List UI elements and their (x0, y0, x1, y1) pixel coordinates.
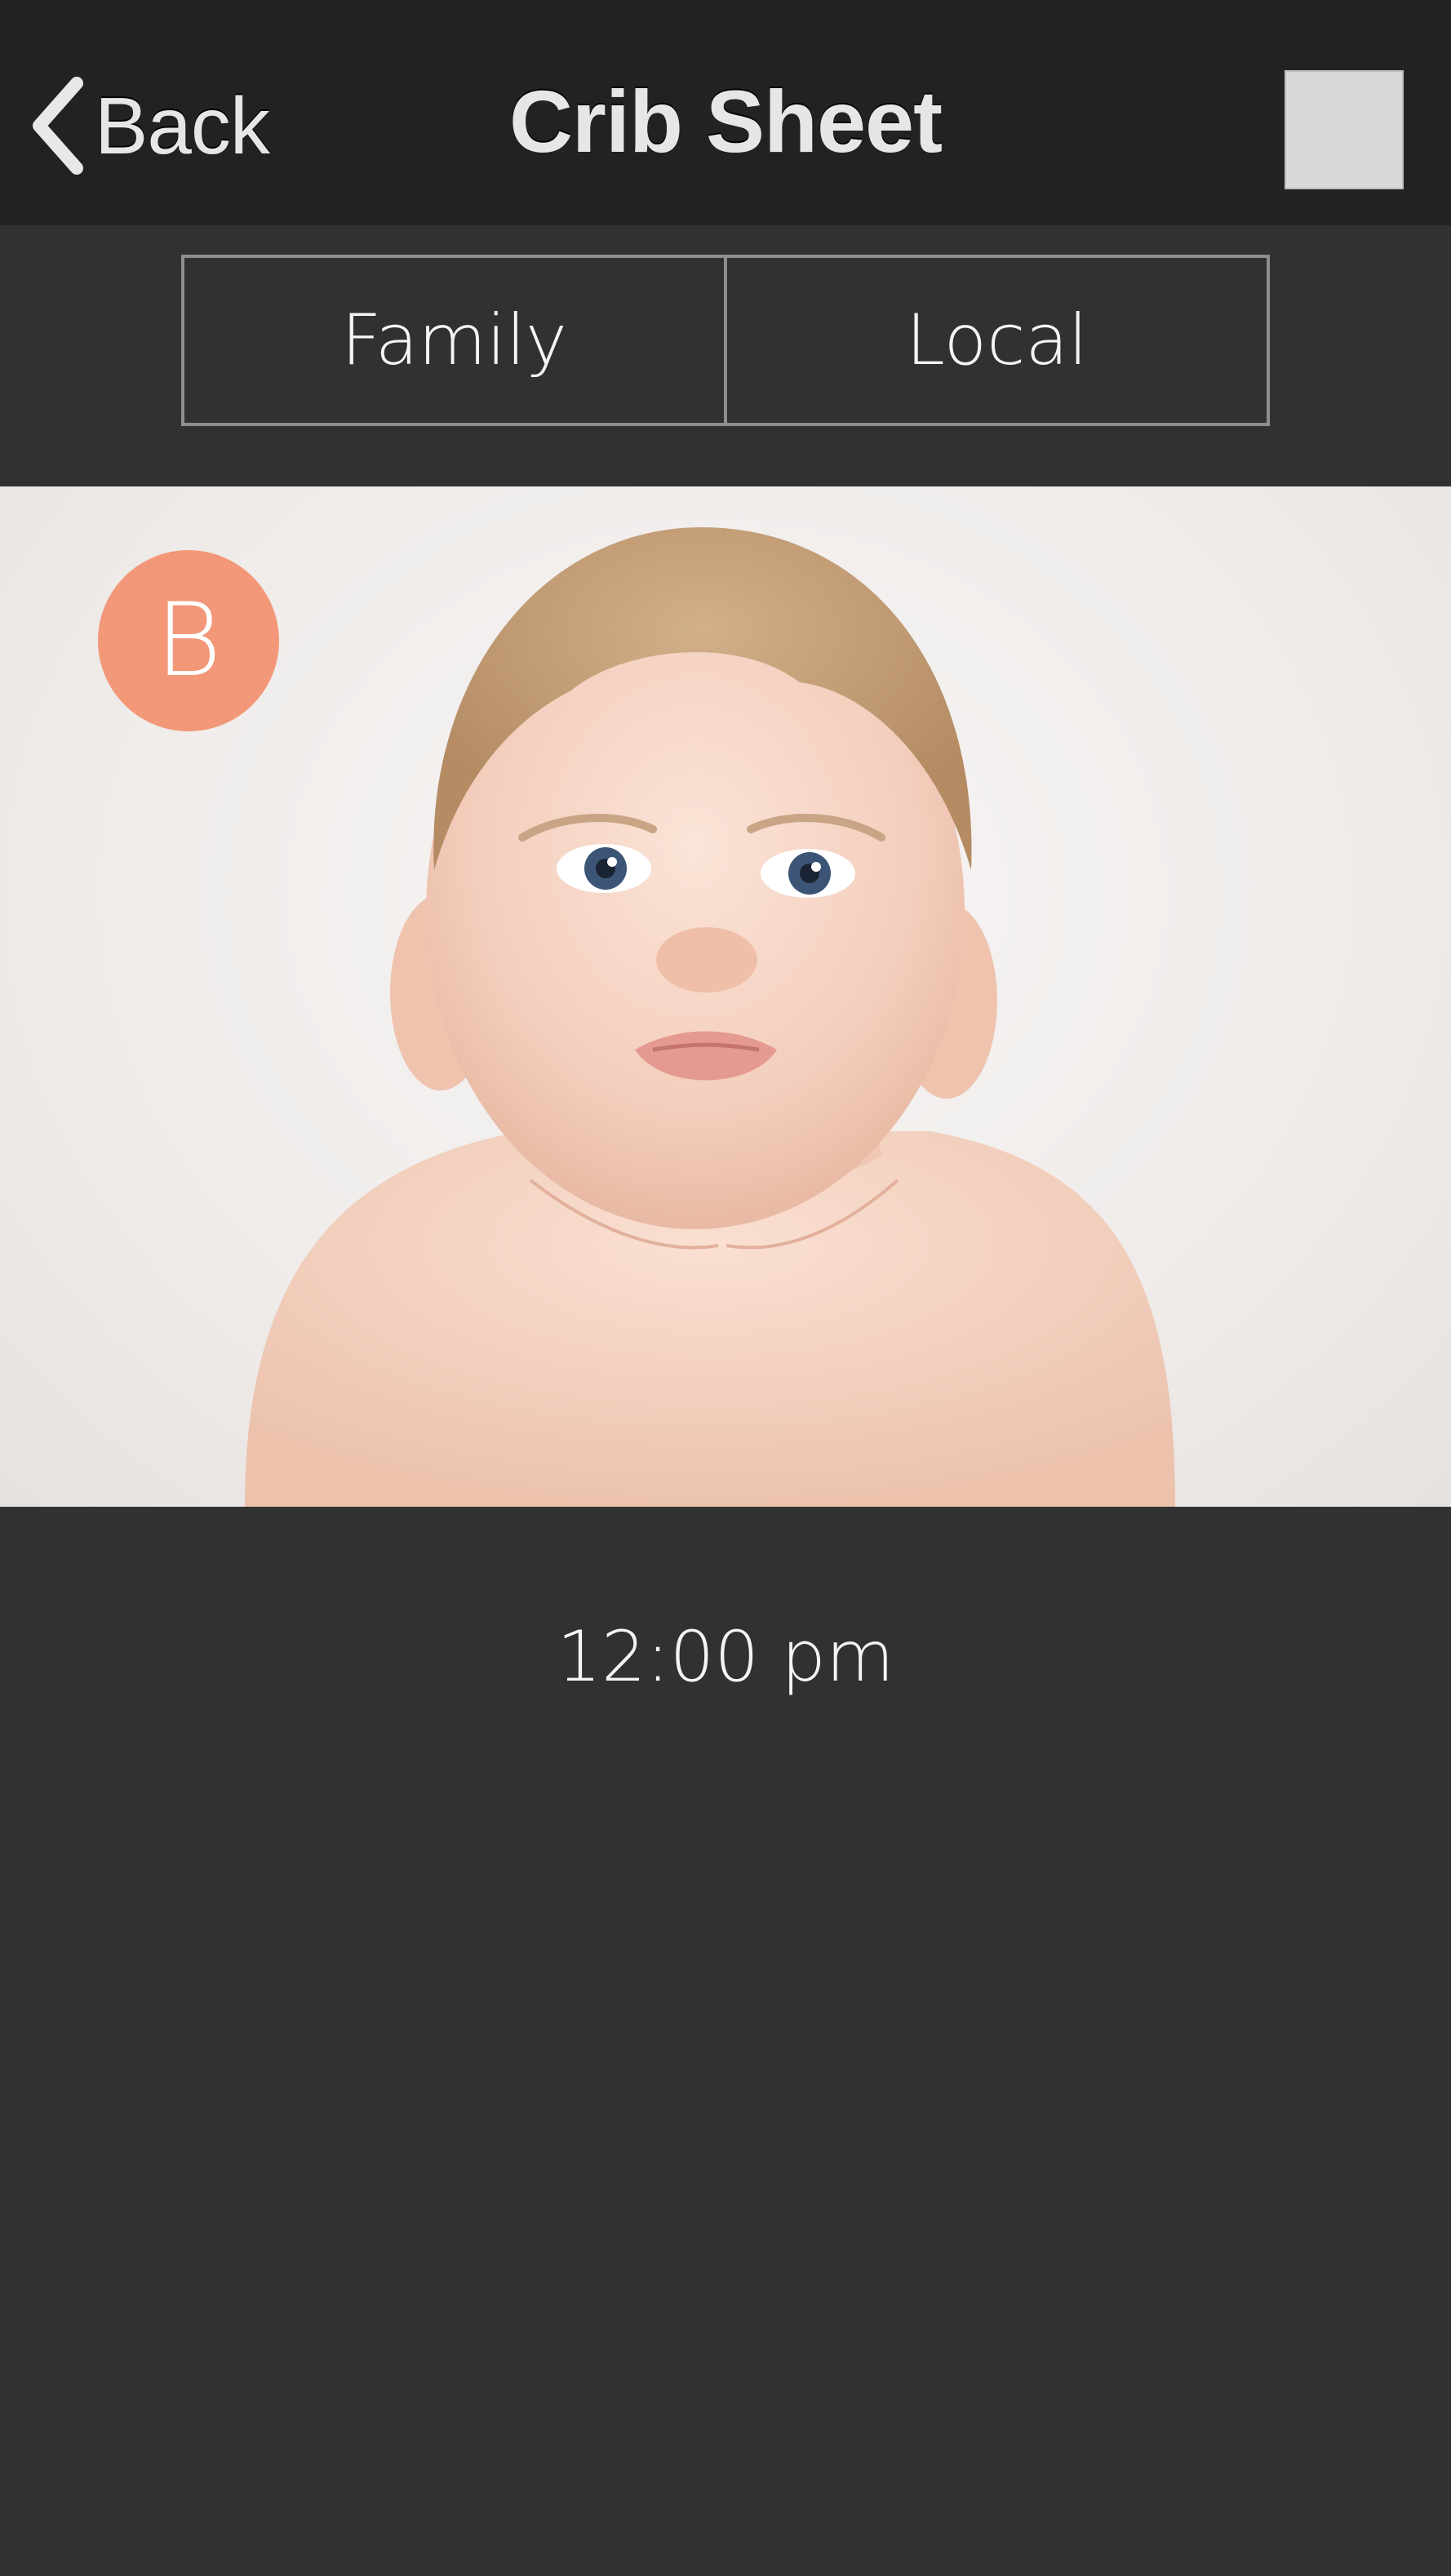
tab-family[interactable]: Family (184, 258, 724, 423)
navigation-bar: Back Crib Sheet (0, 0, 1451, 225)
time-label: 12:00 pm (557, 1616, 894, 1698)
chevron-left-icon (33, 77, 83, 175)
baby-photo: B (0, 486, 1451, 1507)
back-button[interactable]: Back (29, 69, 270, 183)
segmented-control: Family Local (181, 255, 1270, 426)
square-button[interactable] (1285, 70, 1404, 189)
back-label: Back (95, 80, 270, 171)
page-title-text: Crib Sheet (508, 72, 943, 171)
segment-bar: Family Local (0, 225, 1451, 486)
avatar-badge[interactable]: B (98, 550, 279, 731)
tab-local[interactable]: Local (724, 258, 1267, 423)
